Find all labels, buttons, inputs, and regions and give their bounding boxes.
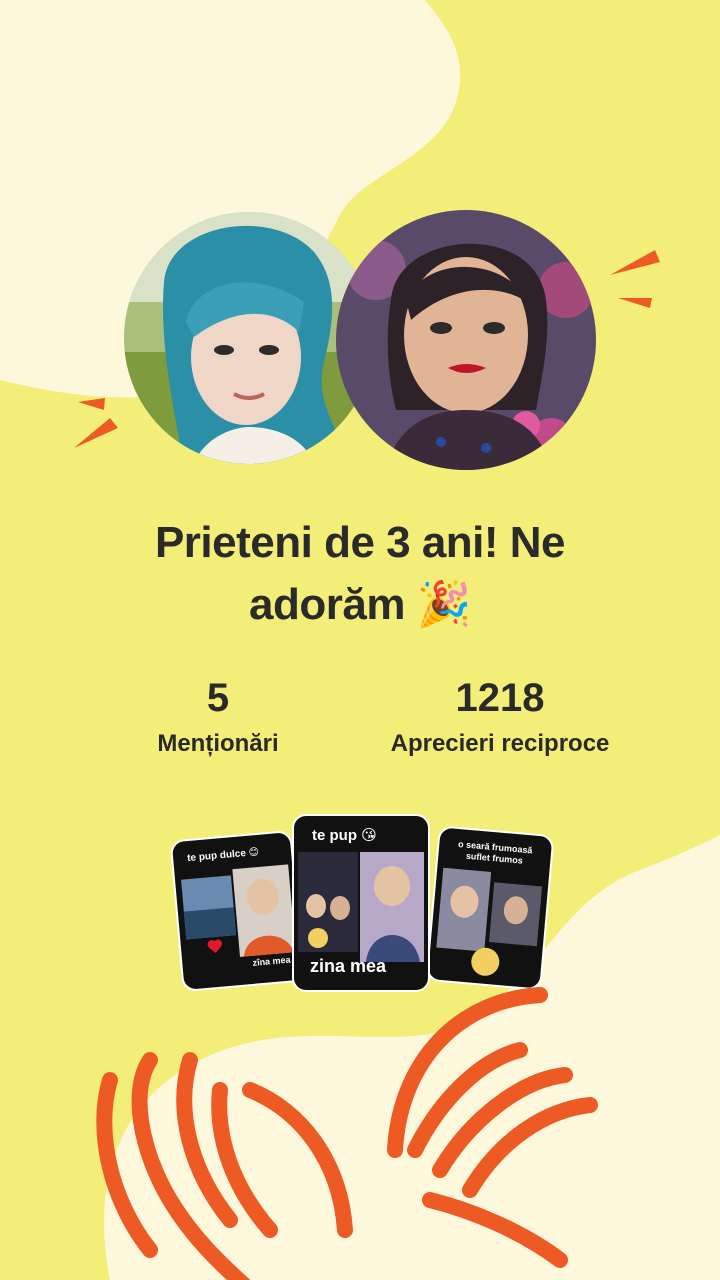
clapping-hands-illustration <box>96 987 598 1280</box>
friendship-card: Prieteni de 3 ani! Ne adorăm 🎉 5 Mențion… <box>0 0 720 1280</box>
